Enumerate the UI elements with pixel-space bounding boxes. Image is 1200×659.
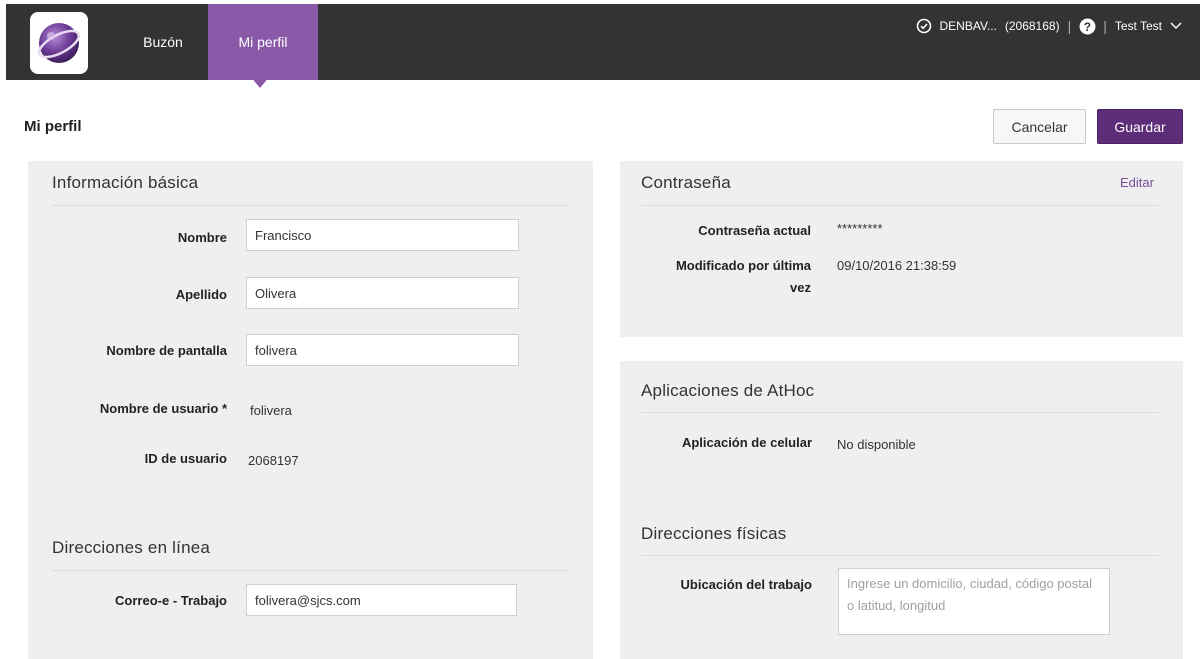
work-location-field[interactable]: [838, 568, 1110, 635]
section-divider: [641, 555, 1159, 556]
apps-title: Aplicaciones de AtHoc: [641, 381, 815, 400]
header-separator: |: [1067, 18, 1072, 34]
first-name-label: Nombre: [177, 230, 227, 245]
save-button[interactable]: Guardar: [1097, 109, 1183, 144]
cancel-button[interactable]: Cancelar: [993, 109, 1086, 144]
clock-icon: [916, 18, 932, 34]
display-name-label: Nombre de pantalla: [106, 343, 227, 358]
username-value: folivera: [250, 403, 292, 418]
header-separator-2: |: [1103, 18, 1107, 34]
tab-mi-perfil[interactable]: Mi perfil: [208, 4, 318, 80]
left-edge: [0, 80, 6, 659]
section-divider: [52, 205, 569, 206]
last-modified-label-line1: Modificado por última: [675, 258, 811, 273]
work-email-field[interactable]: [246, 584, 517, 616]
active-tab-pointer: [250, 76, 270, 88]
password-panel: Contraseña Editar Contraseña actual ****…: [620, 161, 1183, 337]
page-title: Mi perfil: [24, 118, 82, 135]
svg-text:?: ?: [1084, 21, 1091, 34]
user-id-label: ID de usuario: [144, 451, 227, 466]
username-label: Nombre de usuario *: [99, 401, 227, 416]
top-navigation-bar: Buzón Mi perfil DENBAV... (2068168) | ? …: [0, 0, 1200, 80]
user-id-value: 2068197: [248, 453, 299, 468]
tab-buzon-label: Buzón: [143, 34, 183, 50]
tab-buzon[interactable]: Buzón: [118, 4, 208, 80]
last-name-label: Apellido: [175, 287, 227, 302]
work-location-label: Ubicación del trabajo: [680, 577, 812, 592]
basic-info-title: Información básica: [52, 173, 199, 192]
section-divider: [52, 570, 569, 571]
last-name-field[interactable]: [246, 277, 519, 309]
display-name-field[interactable]: [246, 334, 519, 366]
mobile-app-label: Aplicación de celular: [681, 435, 812, 450]
apps-panel: Aplicaciones de AtHoc Aplicación de celu…: [620, 361, 1183, 659]
header-user-area: DENBAV... (2068168) | ? | Test Test: [916, 18, 1183, 35]
current-password-value: *********: [837, 221, 883, 236]
tab-mi-perfil-label: Mi perfil: [238, 34, 288, 50]
first-name-field[interactable]: [246, 219, 519, 251]
section-divider: [641, 205, 1159, 206]
org-id: (2068168): [1004, 19, 1060, 33]
edit-password-link[interactable]: Editar: [1120, 175, 1154, 190]
chevron-down-icon[interactable]: [1170, 19, 1182, 33]
user-menu-name[interactable]: Test Test: [1115, 19, 1162, 33]
help-icon[interactable]: ?: [1079, 18, 1096, 35]
basic-info-panel: Información básica Nombre Apellido Nombr…: [28, 161, 593, 659]
online-addresses-title: Direcciones en línea: [52, 538, 211, 557]
section-divider: [641, 412, 1159, 413]
password-title: Contraseña: [641, 173, 731, 192]
work-email-label: Correo-e - Trabajo: [115, 593, 227, 608]
last-modified-label-line2: vez: [790, 280, 811, 295]
app-logo-icon[interactable]: [30, 12, 88, 74]
last-modified-label: Modificado por última vez: [641, 255, 811, 299]
current-password-label: Contraseña actual: [698, 223, 811, 238]
last-modified-value: 09/10/2016 21:38:59: [837, 258, 957, 273]
org-name[interactable]: DENBAV...: [940, 19, 997, 33]
physical-addresses-title: Direcciones físicas: [641, 524, 787, 543]
mobile-app-value: No disponible: [837, 437, 916, 452]
